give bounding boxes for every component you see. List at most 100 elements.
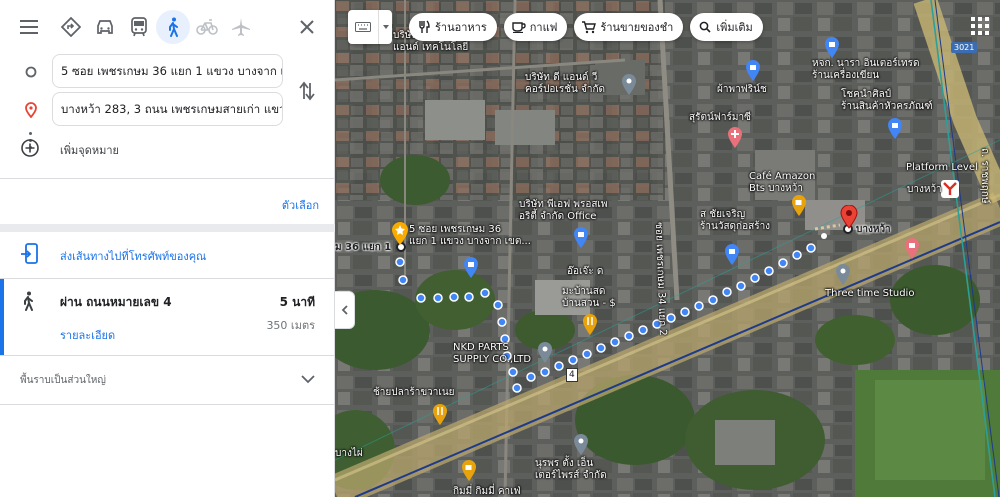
shopping-pin-icon[interactable]	[886, 116, 904, 140]
office-label: บริษัท พีเอฟ พรอสเพ อริตี้ จำกัด Office	[519, 199, 608, 222]
stationery-label: หจก. นารา อินเตอร์เทรด ร้านเครื่องเขียน	[812, 58, 920, 81]
maps-window: 5 ซอย เพชรเกษม 36 แยก 1 แขวง บางจาก เขต …	[0, 0, 1000, 497]
search-icon	[698, 20, 712, 34]
poi-pin-icon[interactable]	[620, 72, 638, 96]
shopping-pin-icon[interactable]	[744, 58, 762, 82]
car-icon[interactable]	[88, 10, 122, 44]
cafe-pin-icon[interactable]	[790, 193, 808, 217]
road-number-badge: 4	[566, 368, 578, 382]
bts-station-icon[interactable]	[941, 180, 959, 204]
chevron-left-icon	[341, 305, 348, 315]
caret-down-icon[interactable]	[378, 10, 392, 44]
destination-input[interactable]: บางหว้า 283, 3 ถนน เพชรเกษมสายเก่า แขวง …	[52, 92, 283, 126]
selected-indicator	[0, 279, 4, 355]
shopping-pin-icon[interactable]	[462, 255, 480, 279]
options-link[interactable]: ตัวเลือก	[282, 196, 319, 214]
chip-coffee[interactable]: กาแฟ	[503, 13, 568, 41]
bangwa-label: บางหว้า	[907, 184, 942, 195]
directions-icon[interactable]	[54, 10, 88, 44]
origin-road-label: ม 36 แยก 1	[335, 242, 392, 253]
hardware-store-label: ส ชัยเจริญ ร้านวัสดุก่อสร้าง	[700, 209, 771, 232]
origin-row: 5 ซอย เพชรเกษม 36 แยก 1 แขวง บางจาก เขต	[0, 54, 335, 92]
company-label: บริษัท ดี แอนด์ วี คอร์ปอเรชั่น จำกัด	[525, 72, 606, 95]
send-to-phone-row[interactable]: ส่งเส้นทางไปที่โทรศัพท์ของคุณ	[0, 232, 335, 278]
divider	[0, 355, 335, 356]
chip-label: ร้านขายของชำ	[600, 21, 674, 34]
keyboard-icon	[348, 22, 378, 32]
cafe-pin-icon[interactable]	[460, 458, 478, 482]
poi-pin-icon[interactable]	[834, 262, 852, 286]
pharmacy-label: สุรัตน์ฟาร์มาซี	[689, 112, 751, 123]
chip-restaurants[interactable]: ร้านอาหาร	[409, 13, 497, 41]
shopping-pin-icon[interactable]	[903, 236, 921, 260]
poi-pin-icon[interactable]	[536, 340, 554, 364]
flight-icon[interactable]	[224, 10, 258, 44]
nkd-parts-label: NKD PARTS SUPPLY CO.,LTD	[453, 342, 532, 365]
collapse-panel-button[interactable]	[335, 291, 355, 329]
shopping-pin-icon[interactable]	[823, 35, 841, 59]
cart-icon	[582, 20, 597, 34]
route-distance: 350 เมตร	[266, 319, 315, 332]
apps-grid-icon[interactable]	[971, 17, 989, 35]
input-tools-button[interactable]	[348, 10, 392, 44]
send-to-phone-label: ส่งเส้นทางไปที่โทรศัพท์ของคุณ	[60, 250, 207, 263]
route-duration: 5 นาที	[279, 295, 315, 309]
walk-icon	[20, 291, 40, 313]
restaurant-pin-icon[interactable]	[581, 312, 599, 336]
plus-circle-icon	[20, 138, 40, 158]
platform-label: Platform Level	[906, 162, 978, 173]
chip-label: เพิ่มเติม	[716, 21, 753, 34]
swap-icon[interactable]	[294, 78, 320, 104]
chip-label: ร้านอาหาร	[435, 21, 487, 34]
cafe-amazon-label: Café Amazon Bts บางหว้า	[749, 171, 816, 194]
add-destination-label: เพิ่มจุดหมาย	[60, 144, 119, 157]
shop-label: อ๊อเจ๊ะ ด	[567, 266, 604, 277]
destination-pin-icon	[22, 101, 40, 119]
chip-groceries[interactable]: ร้านขายของชำ	[574, 13, 684, 41]
route-end-dot	[821, 233, 827, 239]
terrain-row[interactable]: พื้นราบเป็นส่วนใหญ่	[0, 367, 335, 393]
poi-pin-icon[interactable]	[572, 432, 590, 456]
chip-more[interactable]: เพิ่มเติม	[690, 13, 763, 41]
shopping-pin-icon[interactable]	[572, 225, 590, 249]
transit-icon[interactable]	[122, 10, 156, 44]
add-destination-row[interactable]: เพิ่มจุดหมาย	[0, 136, 335, 162]
section-divider	[0, 224, 335, 232]
terrain-label: พื้นราบเป็นส่วนใหญ่	[20, 375, 106, 386]
pharmacy-pin-icon[interactable]	[726, 125, 744, 149]
details-link[interactable]: รายละเอียด	[60, 326, 115, 344]
origin-star-pin-icon[interactable]	[391, 222, 409, 246]
menu-icon[interactable]	[12, 10, 46, 44]
poi-label: ผ้าพาฟริน์ช	[717, 84, 767, 95]
origin-circle-icon	[22, 63, 40, 81]
bike-icon[interactable]	[190, 10, 224, 44]
phone-send-icon	[20, 243, 40, 265]
road-label: ถ. ราชพฤกษ์	[979, 148, 990, 204]
divider	[0, 178, 335, 179]
map-canvas[interactable]: 3021 5 ซอย เพชรเกษม 36 แยก 1 แขวง บางจาก …	[335, 0, 1000, 497]
shop-label: มะบ้านสด บ้านสวน - $	[562, 286, 616, 309]
shopping-pin-icon[interactable]	[723, 242, 741, 266]
close-icon[interactable]	[290, 10, 324, 44]
chip-label: กาแฟ	[529, 21, 558, 34]
route-option-card[interactable]: ผ่าน ถนนหมายเลข 4 5 นาที 350 เมตร รายละเ…	[0, 279, 335, 355]
chevron-down-icon	[299, 370, 317, 388]
walk-icon[interactable]	[156, 10, 190, 44]
shop-label: โชคนำศิลป์ ร้านสินค้าหัวครภัณฑ์	[841, 89, 933, 112]
restaurant-icon	[417, 20, 431, 34]
three-time-studio-label: Three time Studio	[825, 288, 915, 299]
divider	[0, 404, 335, 405]
destination-label: บางหว้า	[856, 224, 891, 235]
category-chips: ร้านอาหาร กาแฟ ร้านขายของชำ เพิ่มเติม	[409, 13, 763, 41]
cafe-label: กิมมี่ กิมมี่ คาเฟ่	[453, 486, 521, 497]
route-via-label: ผ่าน ถนนหมายเลข 4	[60, 295, 172, 309]
coffee-icon	[512, 20, 526, 34]
directions-panel: 5 ซอย เพชรเกษม 36 แยก 1 แขวง บางจาก เขต …	[0, 0, 335, 497]
restaurant-pin-icon[interactable]	[431, 402, 449, 426]
origin-input[interactable]: 5 ซอย เพชรเกษม 36 แยก 1 แขวง บางจาก เขต	[52, 54, 283, 88]
origin-address-label: 5 ซอย เพชรเกษม 36 แยก 1 แขวง บางจาก เขต..…	[409, 224, 531, 247]
enterprise-label: นุรพร ตั้ง เอ็น เตอร์ไพรส์ จำกัด	[535, 458, 607, 481]
travel-mode-bar	[12, 10, 324, 44]
route-badge: 3021	[951, 42, 978, 53]
restaurant-label: ช้ายปลาร้าขวาเนย	[373, 387, 455, 398]
